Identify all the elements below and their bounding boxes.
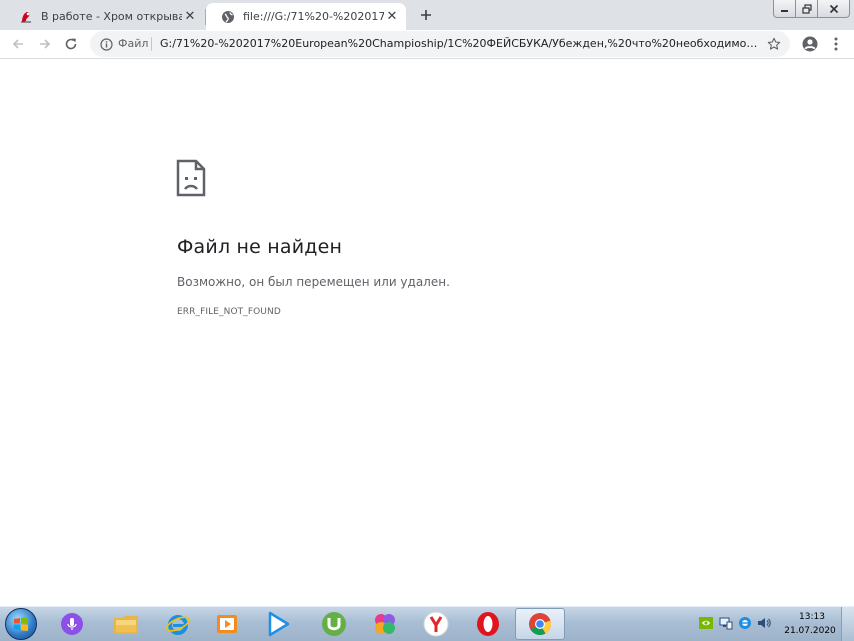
nvidia-icon[interactable] [699,616,713,630]
show-desktop-button[interactable] [841,607,854,641]
toolbar: Файл G:/71%20-%202017%20European%20Champ… [0,30,854,59]
media-player-icon [217,615,237,633]
omnibox[interactable]: Файл G:/71%20-%202017%20European%20Champ… [90,31,790,57]
network-icon[interactable] [719,616,733,630]
account-button[interactable] [800,34,820,54]
error-description: Возможно, он был перемещен или удален. [177,275,450,289]
forward-button[interactable] [35,34,55,54]
tab-title: В работе - Хром открывается сам [41,10,182,23]
plus-icon [421,10,431,20]
taskbar-utorrent[interactable] [309,608,359,640]
clock-date[interactable]: 21.07.2020 [784,626,836,636]
taskbar: 13:13 21.07.2020 [0,606,854,641]
url-text[interactable]: G:/71%20-%202017%20European%20Champioshi… [160,37,758,50]
reload-button[interactable] [61,34,81,54]
error-title: Файл не найден [177,236,343,258]
close-icon [829,4,838,13]
chrome-icon [529,613,552,635]
back-button[interactable] [8,34,28,54]
windows-logo-icon [5,608,37,640]
account-icon [802,36,818,52]
taskbar-paint[interactable] [360,608,410,640]
ie-icon [166,615,190,635]
omnibox-separator [151,37,152,51]
file-chip[interactable]: Файл [118,37,148,50]
paint-icon [375,614,395,634]
tab-active[interactable]: file:///G:/71%20-%202017%20European ✕ [206,3,406,30]
kebab-menu-icon [834,37,838,51]
restore-button[interactable] [795,0,818,18]
reload-icon [65,38,77,50]
tab-close-icon[interactable]: ✕ [384,9,400,25]
volume-icon[interactable] [757,616,771,630]
minimize-button[interactable] [773,0,796,18]
red-hat-icon [18,9,34,25]
tab-strip: В работе - Хром открывается сам ✕ file:/… [0,0,854,30]
arrow-left-icon [12,39,23,49]
taskbar-yandex-browser[interactable] [411,608,461,640]
globe-icon [220,9,236,25]
taskbar-opera[interactable] [463,608,513,640]
opera-icon [477,612,499,636]
close-window-button[interactable] [817,0,850,18]
restore-icon [801,3,812,14]
taskbar-player[interactable] [253,608,303,640]
play-icon [268,611,290,637]
utorrent-icon [322,612,346,636]
taskbar-voice-assistant[interactable] [47,608,97,640]
folder-icon [114,616,138,634]
minimize-icon [781,10,788,12]
menu-button[interactable] [826,34,846,54]
start-button[interactable] [2,608,40,640]
yandex-browser-icon [423,611,449,637]
tab-title: file:///G:/71%20-%202017%20European [243,10,384,23]
arrow-right-icon [40,39,51,49]
error-code: ERR_FILE_NOT_FOUND [177,307,281,317]
taskbar-ie[interactable] [153,608,203,640]
ie-tray-icon[interactable] [738,616,752,630]
new-tab-button[interactable] [416,5,436,25]
taskbar-chrome[interactable] [515,608,565,640]
info-icon[interactable] [98,36,114,52]
taskbar-explorer[interactable] [101,608,151,640]
sad-file-icon [176,159,206,197]
taskbar-media-player[interactable] [203,608,253,640]
tab-inactive[interactable]: В работе - Хром открывается сам ✕ [4,3,204,30]
tab-close-icon[interactable]: ✕ [182,9,198,25]
clock-time[interactable]: 13:13 [797,612,827,622]
voice-assistant-icon [61,613,83,635]
bookmark-star-icon[interactable] [766,36,782,52]
